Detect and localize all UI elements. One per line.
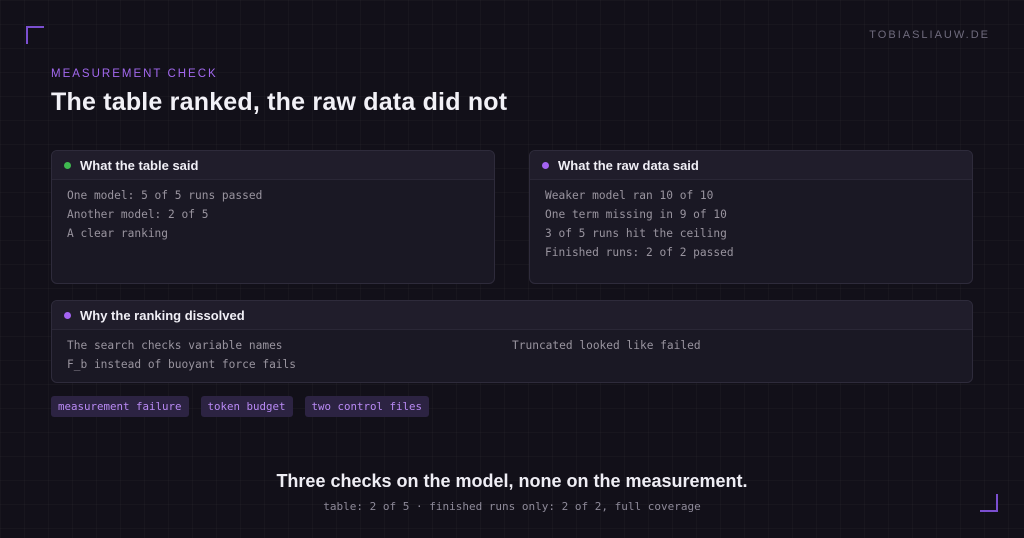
card-line: F_b instead of buoyant force fails [67,358,297,371]
card-raw-data-said: What the raw data said Weaker model ran … [529,150,973,284]
card-line: One term missing in 9 of 10 [545,208,727,221]
footer-subline: table: 2 of 5 · finished runs only: 2 of… [323,500,701,513]
card-header: What the raw data said [530,151,972,180]
card-table-said: What the table said One model: 5 of 5 ru… [51,150,495,284]
card-body: The search checks variable names F_b ins… [52,330,972,374]
footer-headline: Three checks on the model, none on the m… [276,471,748,491]
card-heading: What the raw data said [558,157,699,173]
card-why-ranking-dissolved: Why the ranking dissolved The search che… [51,300,973,383]
card-line: A clear ranking [67,227,169,240]
card-line: Weaker model ran 10 of 10 [545,189,714,202]
card-header: Why the ranking dissolved [52,301,972,330]
tag: token budget [200,396,293,417]
tag: measurement failure [51,396,189,417]
site-label: TOBIASLIAUW.DE [869,29,990,41]
card-line: The search checks variable names [67,339,283,352]
eyebrow-label: MEASUREMENT CHECK [51,68,218,80]
card-body: One model: 5 of 5 runs passed Another mo… [52,180,494,243]
card-body: Weaker model ran 10 of 10 One term missi… [530,180,972,262]
green-dot-icon [64,161,71,169]
tag: two control files [304,396,430,417]
card-line: 3 of 5 runs hit the ceiling [545,227,727,240]
card-line: One model: 5 of 5 runs passed [67,189,263,202]
card-heading: What the table said [80,157,199,173]
card-line: Finished runs: 2 of 2 passed [545,246,734,259]
purple-dot-icon [64,311,71,319]
corner-bracket-top-left [26,26,44,44]
card-line: Truncated looked like failed [512,339,701,352]
card-line: Another model: 2 of 5 [67,208,209,221]
card-column-right: Truncated looked like failed [512,336,957,374]
card-column-left: The search checks variable names F_b ins… [67,336,512,374]
page-title: The table ranked, the raw data did not [51,88,508,116]
tag-list: measurement failure token budget two con… [51,396,441,417]
card-heading: Why the ranking dissolved [80,307,245,323]
card-header: What the table said [52,151,494,180]
purple-dot-icon [542,161,549,169]
